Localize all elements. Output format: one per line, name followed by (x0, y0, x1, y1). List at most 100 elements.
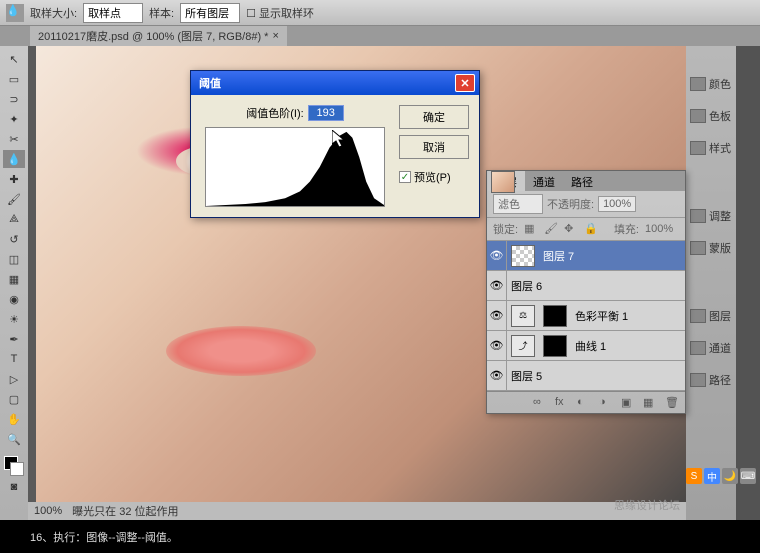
layers-icon (690, 309, 706, 323)
group-icon[interactable]: ▣ (621, 396, 635, 410)
layers-panel: 图层 通道 路径 滤色 不透明度: 100% 锁定: ▦ 🖌 ✥ 🔒 填充: 1… (486, 170, 686, 414)
mask-icon[interactable]: ◐ (577, 396, 591, 410)
tray-icon-4[interactable]: ⌨ (740, 468, 756, 484)
collapsed-panels: 颜色 色板 样式 调整 蒙版 图层 通道 路径 (686, 46, 736, 520)
document-tabs: 20110217磨皮.psd @ 100% (图层 7, RGB/8#) * × (0, 26, 760, 46)
dodge-tool[interactable]: ☀ (3, 310, 25, 328)
sample-select[interactable]: 所有图层 (180, 3, 240, 23)
zoom-tool[interactable]: 🔍 (3, 430, 25, 448)
layer-row[interactable]: 👁⤴ 曲线 1 (487, 331, 685, 361)
visibility-icon[interactable]: 👁 (487, 301, 507, 330)
fill-input[interactable]: 100% (645, 223, 679, 235)
close-icon[interactable]: × (272, 30, 278, 42)
layer-row[interactable]: 👁 图层 7 (487, 241, 685, 271)
status-bar: 100% 曝光只在 32 位起作用 (28, 502, 686, 520)
layer-mask-thumb (543, 335, 567, 357)
sample-size-label: 取样大小: (30, 5, 77, 21)
fx-icon[interactable]: fx (555, 396, 569, 410)
lasso-tool[interactable]: ⊃ (3, 90, 25, 108)
trash-icon[interactable]: 🗑 (665, 396, 679, 410)
color-icon (690, 77, 706, 91)
shape-tool[interactable]: ▢ (3, 390, 25, 408)
tray-icon-2[interactable]: 中 (704, 468, 720, 484)
sample-label: 样本: (149, 5, 174, 21)
marquee-tool[interactable]: ▭ (3, 70, 25, 88)
move-tool[interactable]: ↖ (3, 50, 25, 68)
pen-tool[interactable]: ✒ (3, 330, 25, 348)
panel-color[interactable]: 颜色 (690, 76, 731, 92)
tab-paths[interactable]: 路径 (563, 171, 601, 191)
panel-paths[interactable]: 路径 (690, 372, 731, 388)
quickmask-tool[interactable]: ◙ (3, 478, 25, 496)
tab-channels[interactable]: 通道 (525, 171, 563, 191)
histogram[interactable] (205, 127, 385, 207)
layer-name: 图层 6 (507, 278, 685, 294)
adjust-icon (690, 209, 706, 223)
type-tool[interactable]: T (3, 350, 25, 368)
layer-thumb: ⤴ (511, 335, 535, 357)
stamp-tool[interactable]: ⟁ (3, 210, 25, 228)
wand-tool[interactable]: ✦ (3, 110, 25, 128)
panel-swatches[interactable]: 色板 (690, 108, 731, 124)
dialog-titlebar[interactable]: 阈值 ✕ (191, 71, 479, 95)
visibility-icon[interactable]: 👁 (487, 361, 507, 390)
visibility-icon[interactable]: 👁 (487, 331, 507, 360)
layer-thumb: ⚖ (511, 305, 535, 327)
cancel-button[interactable]: 取消 (399, 135, 469, 159)
layer-name: 曲线 1 (571, 338, 685, 354)
lock-all-icon[interactable]: 🔒 (584, 222, 598, 236)
opacity-input[interactable]: 100% (598, 196, 636, 212)
dialog-title: 阈值 (199, 75, 221, 91)
layer-row[interactable]: 👁图层 6 (487, 271, 685, 301)
blend-mode-select[interactable]: 滤色 (493, 194, 543, 214)
styles-icon (690, 141, 706, 155)
gradient-tool[interactable]: ▦ (3, 270, 25, 288)
threshold-level-input[interactable] (308, 105, 344, 121)
adjustment-icon[interactable]: ◑ (599, 396, 613, 410)
hand-tool[interactable]: ✋ (3, 410, 25, 428)
system-tray: S 中 🌙 ⌨ (686, 468, 756, 484)
path-tool[interactable]: ▷ (3, 370, 25, 388)
layer-row[interactable]: 👁图层 5 (487, 361, 685, 391)
panel-adjust[interactable]: 调整 (690, 208, 731, 224)
heal-tool[interactable]: ✚ (3, 170, 25, 188)
eyedropper-tool[interactable]: 💧 (3, 150, 25, 168)
blur-tool[interactable]: ◉ (3, 290, 25, 308)
status-info: 曝光只在 32 位起作用 (72, 503, 178, 519)
lock-move-icon[interactable]: ✥ (564, 222, 578, 236)
lock-label: 锁定: (493, 221, 518, 237)
footer-brand: 思缘设计论坛 (614, 497, 680, 513)
panel-layers[interactable]: 图层 (690, 308, 731, 324)
color-swatch[interactable] (4, 456, 24, 476)
eraser-tool[interactable]: ◫ (3, 250, 25, 268)
ok-button[interactable]: 确定 (399, 105, 469, 129)
zoom-level[interactable]: 100% (34, 505, 62, 517)
lock-transparent-icon[interactable]: ▦ (524, 222, 538, 236)
brush-tool[interactable]: 🖌 (3, 190, 25, 208)
right-dock: 颜色 色板 样式 调整 蒙版 图层 通道 路径 (686, 46, 760, 520)
preview-checkbox[interactable]: ✓ 预览(P) (399, 169, 469, 185)
new-layer-icon[interactable]: ▦ (643, 396, 657, 410)
layers-panel-tabs: 图层 通道 路径 (487, 171, 685, 191)
options-bar: 💧 取样大小: 取样点 样本: 所有图层 ☐ 显示取样环 (0, 0, 760, 26)
tray-icon-3[interactable]: 🌙 (722, 468, 738, 484)
fill-label: 填充: (614, 221, 639, 237)
visibility-icon[interactable]: 👁 (487, 241, 507, 270)
link-icon[interactable]: ∞ (533, 396, 547, 410)
lock-paint-icon[interactable]: 🖌 (544, 222, 558, 236)
panel-styles[interactable]: 样式 (690, 140, 731, 156)
layer-name: 图层 7 (539, 248, 685, 264)
panel-masks[interactable]: 蒙版 (690, 240, 731, 256)
visibility-icon[interactable]: 👁 (487, 271, 507, 300)
show-ring-checkbox[interactable]: ☐ 显示取样环 (246, 5, 314, 21)
document-tab[interactable]: 20110217磨皮.psd @ 100% (图层 7, RGB/8#) * × (30, 26, 287, 46)
sample-size-select[interactable]: 取样点 (83, 3, 143, 23)
check-icon: ✓ (399, 171, 411, 183)
panel-channels[interactable]: 通道 (690, 340, 731, 356)
history-brush-tool[interactable]: ↺ (3, 230, 25, 248)
tray-icon-1[interactable]: S (686, 468, 702, 484)
crop-tool[interactable]: ✂ (3, 130, 25, 148)
layer-row[interactable]: 👁⚖色彩平衡 1 (487, 301, 685, 331)
close-icon[interactable]: ✕ (455, 74, 475, 92)
photoshop-app: 💧 取样大小: 取样点 样本: 所有图层 ☐ 显示取样环 20110217磨皮.… (0, 0, 760, 520)
